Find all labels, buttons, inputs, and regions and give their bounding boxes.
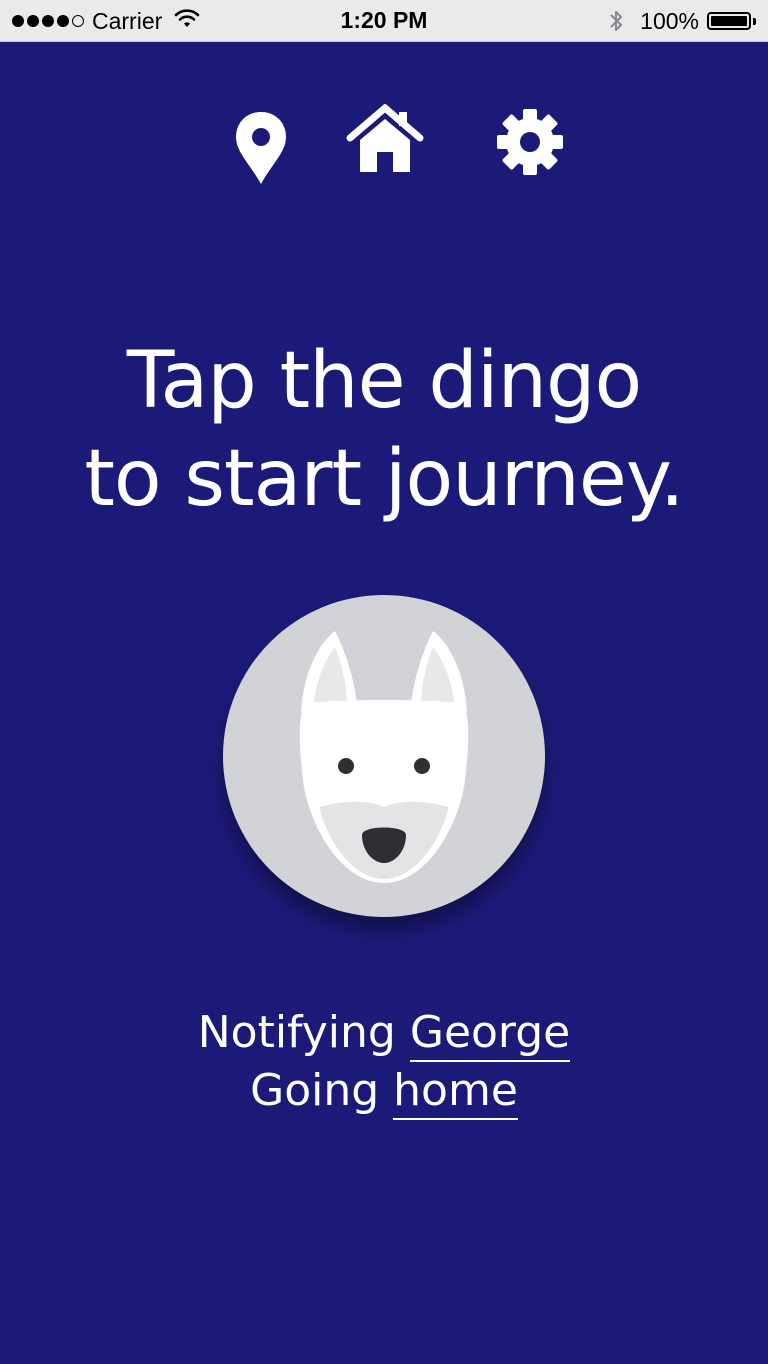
going-prefix: Going (250, 1065, 380, 1116)
start-journey-dingo-button[interactable] (223, 595, 545, 917)
main-screen: Tap the dingo to start journey. Notifyin… (0, 42, 768, 1364)
headline-line-2: to start journey. (84, 434, 684, 524)
instruction-headline: Tap the dingo to start journey. (0, 332, 768, 528)
notify-line: Notifying George (0, 1004, 768, 1062)
home-icon[interactable] (346, 104, 424, 176)
headline-line-1: Tap the dingo (126, 336, 643, 426)
battery-level (711, 16, 747, 26)
dingo-face-icon (299, 631, 469, 883)
battery-percent: 100% (640, 7, 699, 34)
battery-tip (753, 17, 756, 25)
status-bar-right: 100% (608, 6, 756, 36)
status-bar: Carrier 1:20 PM 100% (0, 0, 768, 42)
contact-link[interactable]: George (409, 1007, 571, 1062)
bluetooth-icon (608, 8, 624, 34)
location-pin-icon[interactable] (232, 110, 290, 186)
destination-link[interactable]: home (393, 1065, 518, 1120)
settings-gear-icon[interactable] (494, 106, 566, 178)
notify-prefix: Notifying (197, 1007, 396, 1058)
battery-icon (707, 12, 751, 30)
journey-status: Notifying George Going home (0, 1004, 768, 1120)
destination-line: Going home (0, 1062, 768, 1120)
